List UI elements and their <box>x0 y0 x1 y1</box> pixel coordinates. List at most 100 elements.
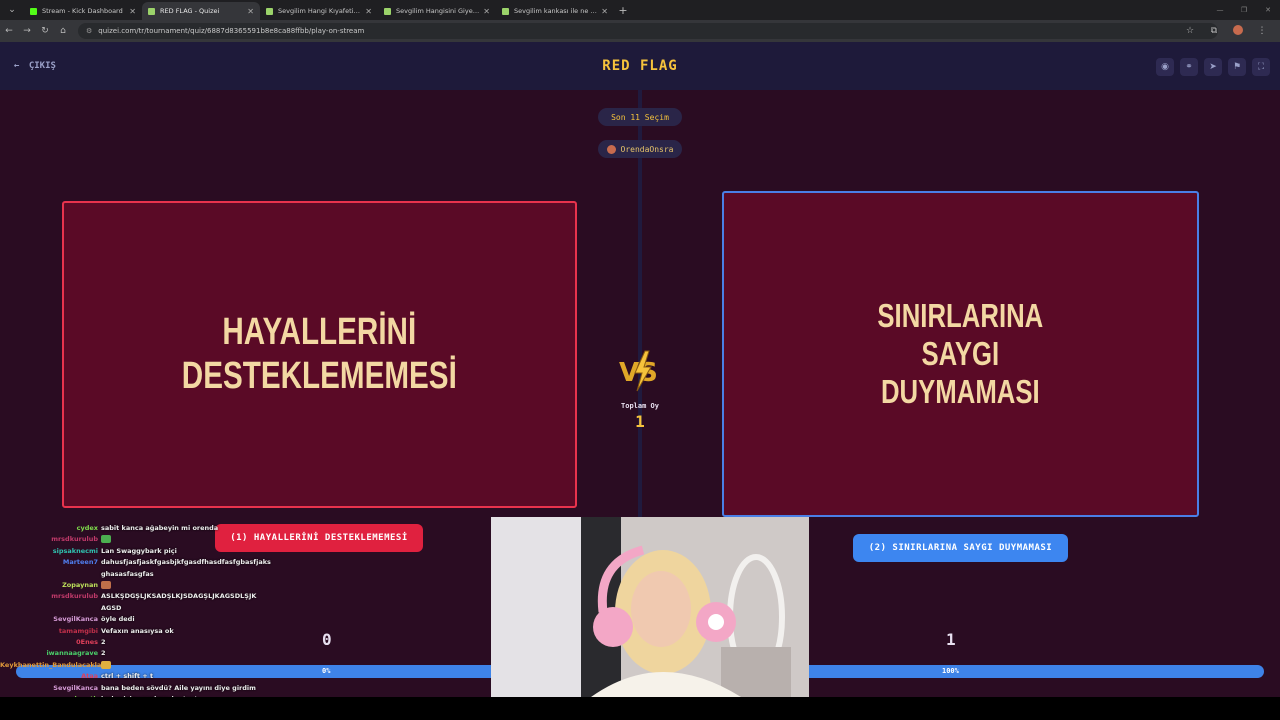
tab-close-icon[interactable]: ✕ <box>483 7 490 16</box>
emote-icon <box>101 535 111 544</box>
chat-text: Lan Swaggybark piçi <box>101 546 177 555</box>
chat-username[interactable]: Marteen7 <box>0 557 101 580</box>
chat-text <box>101 660 261 671</box>
chat-username[interactable]: Ataa <box>0 671 101 682</box>
chat-text: öyle dedi <box>101 615 135 624</box>
tab-close-icon[interactable]: ✕ <box>601 7 608 16</box>
minimize-icon[interactable]: — <box>1208 0 1232 20</box>
chat-message: Zopaynan <box>0 580 265 591</box>
chat-text: dahusfjasfjaskfgasbjkfgasdfhasdfasfgbasf… <box>101 558 271 578</box>
chat-message: Marteen7 dahusfjasfjaskfgasbjkfgasdfhasdf… <box>0 557 271 580</box>
bookmark-star-icon[interactable]: ☆ <box>1178 26 1202 36</box>
browser-tab[interactable]: RED FLAG - Quizei ✕ <box>142 2 260 20</box>
chat-text <box>101 534 261 545</box>
tab-label: Sevgilim Hangi Kıyafeti Dışarda <box>278 7 361 15</box>
chat-text: 2 <box>101 638 106 647</box>
chat-message: tamamgibi Vefaxın anasıysa ok <box>0 626 265 637</box>
chat-text: Vefaxın anasıysa ok <box>101 626 174 635</box>
site-info-icon[interactable]: ⚙ <box>86 27 92 35</box>
url-text: quizei.com/tr/tournament/quiz/6887d83655… <box>98 27 365 35</box>
home-icon[interactable]: ⌂ <box>54 26 72 36</box>
reload-icon[interactable]: ↻ <box>36 26 54 36</box>
back-arrow-icon[interactable]: ← <box>0 26 18 36</box>
option-right-text: SINIRLARINA SAYGI DUYMAMASI <box>878 297 1044 411</box>
tab-label: Sevgilim kankası ile ne yapamaz <box>514 7 597 15</box>
option-card-right[interactable]: SINIRLARINA SAYGI DUYMAMASI <box>722 191 1199 517</box>
tab-label: Sevgilim Hangisini Giyebilir? - ... <box>396 7 479 15</box>
tab-favicon-icon <box>266 7 273 15</box>
option-text-line: HAYALLERİNİ <box>222 310 417 353</box>
toolbar-actions: ☆ ⧉ ⋮ <box>1178 20 1274 42</box>
new-tab-icon[interactable]: + <box>614 4 632 17</box>
tab-label: RED FLAG - Quizei <box>160 7 220 15</box>
address-bar[interactable]: ⚙ quizei.com/tr/tournament/quiz/6887d836… <box>78 23 1218 39</box>
emote-icon <box>101 660 111 669</box>
left-percentage: 0% <box>322 667 331 675</box>
tab-search-icon[interactable]: ⌄ <box>0 0 24 20</box>
tab-favicon-icon <box>148 7 155 15</box>
chat-username[interactable]: mrsdkurulub <box>0 534 101 545</box>
letterbox-bar <box>0 697 1280 720</box>
window-controls: — ❐ ✕ <box>1208 0 1280 20</box>
browser-tab[interactable]: Sevgilim kankası ile ne yapamaz ✕ <box>496 2 614 20</box>
chat-message: sipsaknecmi Lan Swaggybark piçi <box>0 546 265 557</box>
menu-dots-icon[interactable]: ⋮ <box>1250 26 1274 36</box>
total-votes-value: 1 <box>635 412 645 431</box>
tab-label: Stream - Kick Dashboard <box>42 7 123 15</box>
chat-text: bana beden sövdü? Aile yayını diye girdi… <box>101 683 256 692</box>
chat-username[interactable]: 0Enes <box>0 637 101 648</box>
option-text-line: SINIRLARINA <box>877 297 1044 335</box>
right-percentage: 100% <box>942 667 959 675</box>
chat-username[interactable]: iwannaagrave <box>0 648 101 659</box>
chat-message: mrsdkurulub <box>0 534 265 545</box>
link-icon[interactable]: ⚭ <box>1180 58 1198 76</box>
chat-username[interactable]: sipsaknecmi <box>0 546 101 557</box>
header-tools: ◉ ⚭ ➤ ⚑ ⛶ <box>1156 58 1270 76</box>
chat-username[interactable]: mrsdkurulub <box>0 591 101 614</box>
vs-lightning-icon: VS <box>619 350 658 392</box>
option-text-line: SAYGI <box>921 335 1000 373</box>
streamer-camera-image <box>491 517 809 697</box>
user-badge: OrendaOnsra <box>598 140 682 158</box>
tab-favicon-icon <box>502 7 509 15</box>
quiz-header: ← ÇIKIŞ RED FLAG ◉ ⚭ ➤ ⚑ ⛶ <box>0 42 1280 90</box>
chat-message: Ataa ctrl + shift + t <box>0 671 265 682</box>
browser-tab-bar: ⌄ Stream - Kick Dashboard ✕ RED FLAG - Qui… <box>0 0 1280 20</box>
browser-tab[interactable]: Sevgilim Hangisini Giyebilir? - ... ✕ <box>378 2 496 20</box>
chat-username[interactable]: tamamgibi <box>0 626 101 637</box>
chat-text <box>101 580 261 591</box>
browser-tab[interactable]: Sevgilim Hangi Kıyafeti Dışarda ✕ <box>260 2 378 20</box>
close-window-icon[interactable]: ✕ <box>1256 0 1280 20</box>
chat-message: Keykhanettin_Bandulacakla <box>0 660 265 671</box>
chat-username[interactable]: cydex <box>0 523 101 534</box>
tab-close-icon[interactable]: ✕ <box>129 7 136 16</box>
chat-username[interactable]: Zopaynan <box>0 580 101 591</box>
chat-username[interactable]: Keykhanettin_Bandulacakla <box>0 660 101 671</box>
eye-icon[interactable]: ◉ <box>1156 58 1174 76</box>
chat-message: iwannaagrave 2 <box>0 648 265 659</box>
extensions-icon[interactable]: ⧉ <box>1202 26 1226 36</box>
forward-arrow-icon[interactable]: → <box>18 26 36 36</box>
tab-close-icon[interactable]: ✕ <box>365 7 372 16</box>
username: OrendaOnsra <box>620 144 674 154</box>
tab-close-icon[interactable]: ✕ <box>247 7 254 16</box>
chat-username[interactable]: SevgilKanca <box>0 614 101 625</box>
page-title: RED FLAG <box>602 58 678 74</box>
emote-icon <box>101 581 111 590</box>
maximize-icon[interactable]: ❐ <box>1232 0 1256 20</box>
chat-message: 0Enes 2 <box>0 637 265 648</box>
chat-message: mrsdkurulub ASLKŞDGŞLJKSADŞLKJSDAGŞLJKAGS… <box>0 591 265 614</box>
fullscreen-icon[interactable]: ⛶ <box>1252 58 1270 76</box>
tab-favicon-icon <box>384 7 391 15</box>
chat-username[interactable]: SevgilKanca <box>0 683 101 694</box>
last-choices-text: Son 11 Seçim <box>611 112 669 122</box>
chat-message: SevgilKanca bana beden sövdü? Aile yayını… <box>0 683 265 694</box>
profile-avatar[interactable] <box>1226 24 1250 38</box>
vote-right-button[interactable]: (2) SINIRLARINA SAYGI DUYMAMASI <box>853 534 1068 562</box>
browser-toolbar: ← → ↻ ⌂ ⚙ quizei.com/tr/tournament/quiz/… <box>0 20 1280 42</box>
chat-text: ctrl + shift + t <box>101 672 154 681</box>
browser-tab[interactable]: Stream - Kick Dashboard ✕ <box>24 2 142 20</box>
flag-icon[interactable]: ⚑ <box>1228 58 1246 76</box>
share-icon[interactable]: ➤ <box>1204 58 1222 76</box>
option-card-left[interactable]: HAYALLERİNİ DESTEKLEMEMESİ <box>62 201 577 508</box>
